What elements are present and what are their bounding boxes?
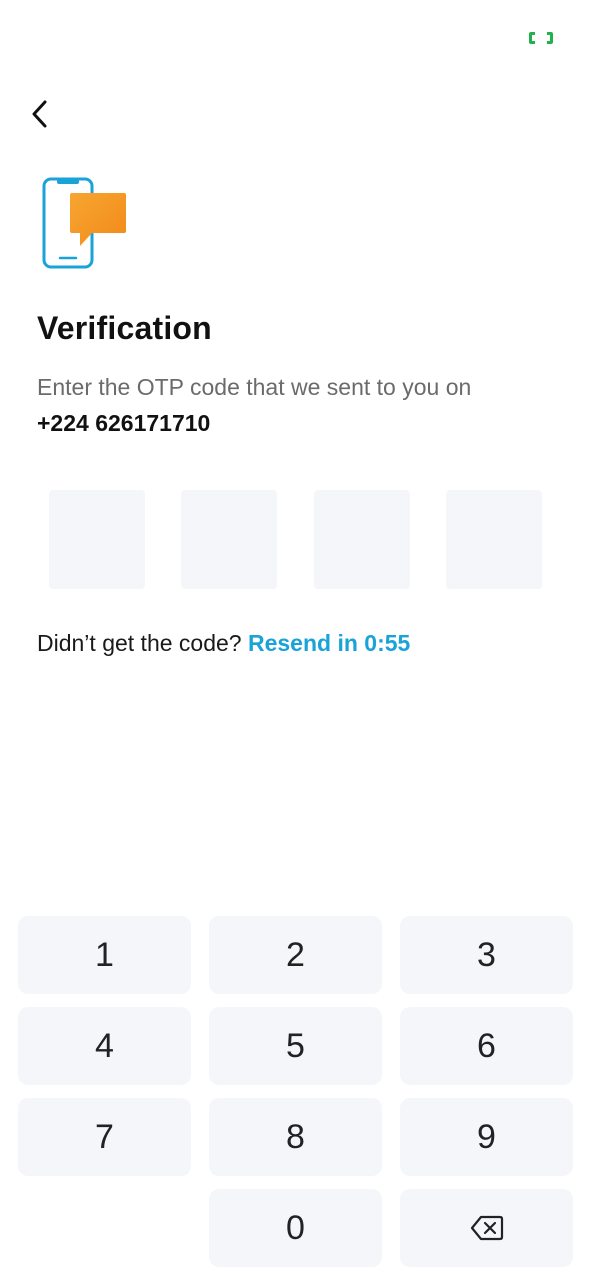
key-5[interactable]: 5 [209,1007,382,1085]
otp-digit-4[interactable] [446,490,542,589]
key-1[interactable]: 1 [18,916,191,994]
back-button[interactable] [20,94,60,134]
key-4[interactable]: 4 [18,1007,191,1085]
phone-message-icon [40,176,130,272]
otp-input-group [49,490,542,589]
otp-digit-2[interactable] [181,490,277,589]
phone-number: +224 626171710 [37,410,211,436]
otp-instruction: Enter the OTP code that we sent to you o… [37,374,472,400]
screen-record-icon [527,30,555,46]
key-9[interactable]: 9 [400,1098,573,1176]
resend-row: Didn’t get the code? Resend in 0:55 [37,630,410,657]
key-8[interactable]: 8 [209,1098,382,1176]
page-title: Verification [37,310,212,346]
key-7[interactable]: 7 [18,1098,191,1176]
resend-prompt: Didn’t get the code? [37,630,242,656]
resend-link[interactable]: Resend in 0:55 [248,630,410,656]
key-0[interactable]: 0 [209,1189,382,1267]
chevron-left-icon [32,100,47,128]
otp-digit-3[interactable] [314,490,410,589]
otp-digit-1[interactable] [49,490,145,589]
key-2[interactable]: 2 [209,916,382,994]
backspace-icon [470,1215,503,1241]
backspace-button[interactable] [400,1189,573,1267]
key-3[interactable]: 3 [400,916,573,994]
key-6[interactable]: 6 [400,1007,573,1085]
numeric-keypad: 1 2 3 4 5 6 7 8 9 0 [18,916,573,1268]
